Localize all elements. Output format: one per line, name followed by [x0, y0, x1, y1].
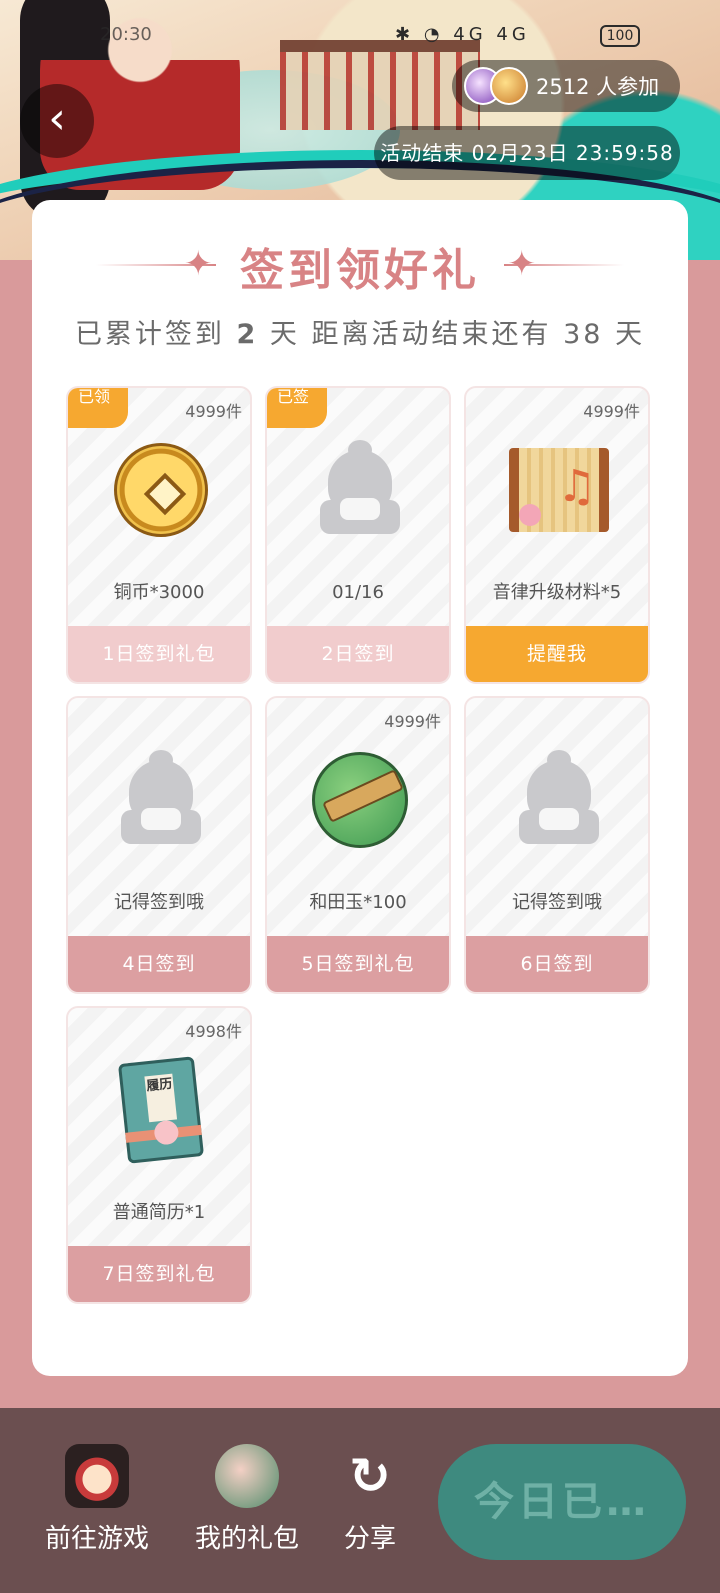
gift-avatar-icon: [215, 1444, 279, 1508]
participants-count: 2512 人参加: [536, 75, 660, 99]
reward-stock: 4999件: [583, 402, 640, 421]
placeholder-avatar-icon: [509, 750, 609, 850]
share-button[interactable]: ↻ 分享: [320, 1444, 420, 1555]
copper-coin-icon: [111, 440, 211, 540]
reward-name: 和田玉*100: [309, 892, 407, 913]
go-to-game-button[interactable]: 前往游戏: [32, 1444, 162, 1555]
reward-name: 铜币*3000: [113, 582, 205, 603]
today-checkin-button[interactable]: 今日已…: [438, 1444, 686, 1560]
music-scroll-icon: ♫: [509, 440, 609, 540]
reward-day-2[interactable]: 已签 01/16 2日签到: [265, 386, 451, 684]
chevron-left-icon: ‹: [48, 93, 66, 144]
reward-day-4[interactable]: 记得签到哦 4日签到: [66, 696, 252, 994]
banner-building: [280, 40, 480, 130]
reward-name: 记得签到哦: [114, 892, 204, 913]
reward-day-label: 6日签到: [466, 936, 648, 992]
jade-icon: [310, 750, 410, 850]
placeholder-avatar-icon: [111, 750, 211, 850]
back-button[interactable]: ‹: [20, 84, 94, 158]
reward-stock: 4999件: [185, 402, 242, 421]
game-app-icon: [65, 1444, 129, 1508]
title-divider-right: [504, 264, 624, 266]
share-icon: ↻: [349, 1447, 391, 1505]
bottom-action-bar: 前往游戏 我的礼包 ↻ 分享 今日已…: [0, 1408, 720, 1593]
checkin-summary: 已累计签到 2 天 距离活动结束还有 38 天: [32, 312, 688, 351]
summary-prefix: 已累计签到: [74, 319, 225, 350]
reward-day-label: 5日签到礼包: [267, 936, 449, 992]
checkin-card: ✦ 签到领好礼 ✦ 已累计签到 2 天 距离活动结束还有 38 天 已领 499…: [32, 200, 688, 1376]
signal-label: 4G 4G: [453, 24, 530, 45]
participant-avatars: [464, 67, 528, 105]
reward-day-1[interactable]: 已领 4999件 铜币*3000 1日签到礼包: [66, 386, 252, 684]
reward-name: 音律升级材料*5: [492, 582, 622, 603]
days-left-count: 38: [563, 319, 604, 350]
resume-label: 履历: [144, 1073, 178, 1123]
remind-me-button[interactable]: 提醒我: [466, 626, 648, 682]
status-bar: 20:30 ✱ ◔ 4G 4G 100: [0, 22, 720, 52]
battery-icon: 100: [600, 25, 640, 47]
reward-day-label: 7日签到礼包: [68, 1246, 250, 1302]
event-end-time: 活动结束 02月23日 23:59:58: [374, 126, 680, 180]
signal-icons: ✱ ◔ 4G 4G: [395, 24, 530, 45]
reward-day-label: 4日签到: [68, 936, 250, 992]
claimed-tag: 已领: [68, 388, 128, 428]
share-label: 分享: [343, 1524, 396, 1554]
avatar: [490, 67, 528, 105]
bluetooth-icon: ✱: [395, 24, 415, 45]
reward-day-7[interactable]: 4998件 履历 普通简历*1 7日签到礼包: [66, 1006, 252, 1304]
go-to-game-label: 前往游戏: [44, 1524, 149, 1554]
reward-name: 记得签到哦: [512, 892, 602, 913]
resume-book-icon: 履历: [111, 1056, 211, 1164]
placeholder-avatar-icon: [310, 440, 410, 540]
reward-day-label: 1日签到礼包: [68, 626, 250, 682]
reward-name: 01/16: [332, 582, 384, 603]
reward-day-5[interactable]: 4999件 和田玉*100 5日签到礼包: [265, 696, 451, 994]
summary-middle: 天 距离活动结束还有: [269, 319, 552, 350]
reward-day-3[interactable]: 4999件 ♫ 音律升级材料*5 提醒我: [464, 386, 650, 684]
my-gifts-button[interactable]: 我的礼包: [182, 1444, 312, 1555]
wifi-icon: ◔: [423, 24, 444, 45]
reward-stock: 4999件: [384, 712, 441, 731]
participants-badge: 2512 人参加: [452, 60, 680, 112]
reward-day-label: 2日签到: [267, 626, 449, 682]
my-gifts-label: 我的礼包: [194, 1524, 299, 1554]
status-clock: 20:30: [100, 24, 152, 45]
reward-day-6[interactable]: 记得签到哦 6日签到: [464, 696, 650, 994]
days-signed-count: 2: [236, 319, 259, 350]
summary-suffix: 天: [615, 319, 646, 350]
reward-stock: 4998件: [185, 1022, 242, 1041]
reward-name: 普通简历*1: [112, 1202, 206, 1223]
signed-tag: 已签: [267, 388, 327, 428]
